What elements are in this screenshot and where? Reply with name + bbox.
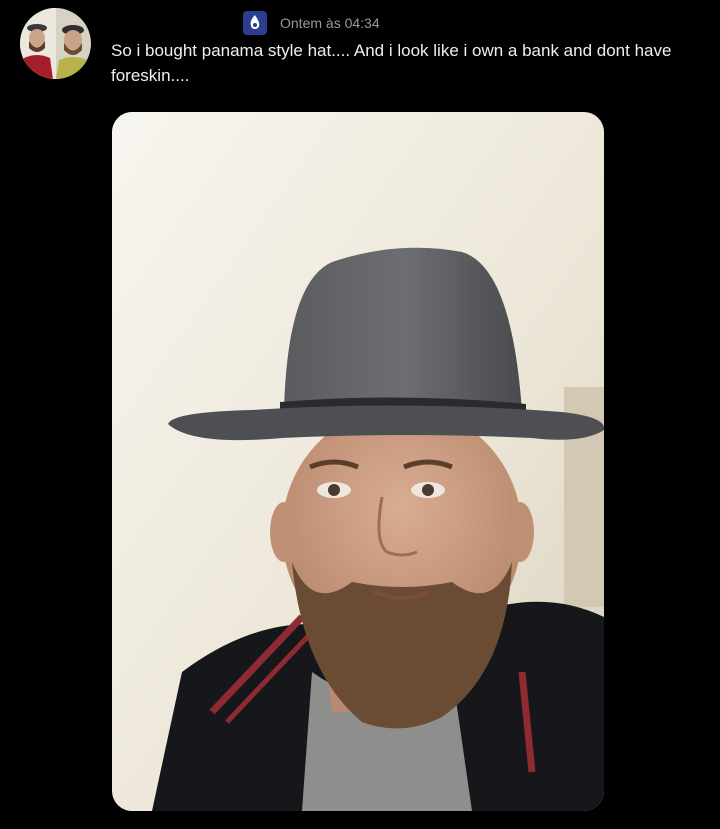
photo-image [112, 112, 604, 811]
photo-attachment[interactable] [112, 112, 604, 811]
message-timestamp[interactable]: Ontem às 04:34 [280, 15, 380, 31]
chat-message: Ontem às 04:34 So i bought panama style … [0, 0, 720, 829]
message-content: So i bought panama style hat.... And i l… [111, 41, 672, 85]
user-avatar[interactable] [20, 8, 91, 79]
message-header: Ontem às 04:34 [243, 10, 380, 36]
avatar-image [20, 8, 91, 79]
role-badge-icon[interactable] [243, 11, 267, 35]
